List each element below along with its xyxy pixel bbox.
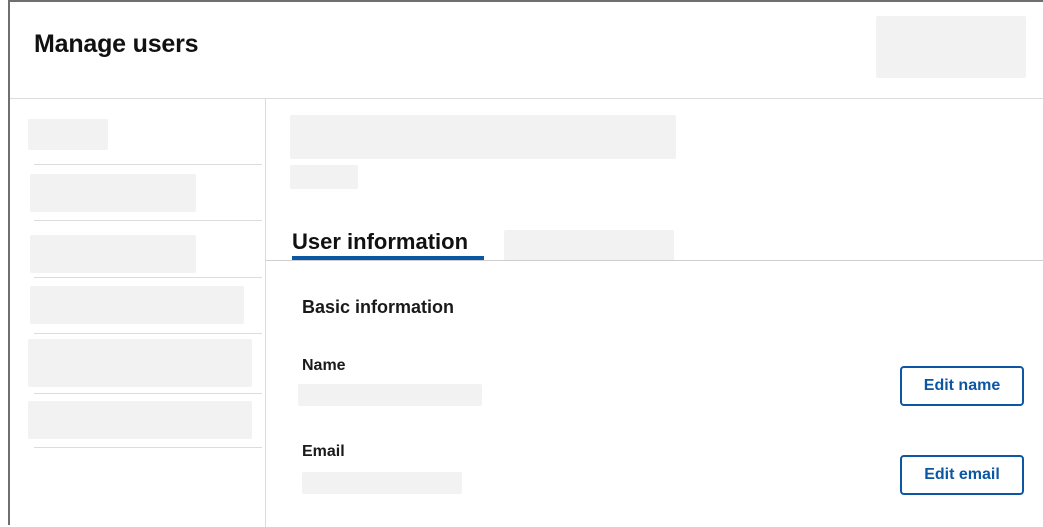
sidebar-item-3[interactable]: [30, 235, 196, 273]
sidebar-item-6[interactable]: [28, 401, 252, 439]
sidebar-divider: [34, 333, 262, 334]
tabs-divider: [266, 260, 1043, 261]
user-subheading-placeholder: [290, 165, 358, 189]
edit-email-button[interactable]: Edit email: [900, 455, 1024, 495]
header-action-placeholder[interactable]: [876, 16, 1026, 78]
email-value-placeholder: [302, 472, 462, 494]
app-window: Manage users User information Basic info…: [8, 0, 1043, 527]
sidebar-divider: [34, 164, 262, 165]
name-value-placeholder: [298, 384, 482, 406]
sidebar-divider: [34, 277, 262, 278]
email-label: Email: [302, 443, 345, 460]
sidebar-divider: [34, 447, 262, 448]
page-title: Manage users: [34, 30, 199, 58]
section-title-basic-information: Basic information: [302, 297, 455, 317]
sidebar: [10, 99, 266, 527]
name-label: Name: [302, 357, 346, 374]
edit-name-button[interactable]: Edit name: [900, 366, 1024, 406]
sidebar-divider: [34, 393, 262, 394]
sidebar-item-2[interactable]: [30, 174, 196, 212]
sidebar-item-5[interactable]: [28, 339, 252, 387]
sidebar-divider: [34, 220, 262, 221]
page-header: Manage users: [10, 2, 1043, 99]
main-content: User information Basic information Name …: [266, 99, 1043, 527]
sidebar-item-1[interactable]: [28, 119, 108, 150]
sidebar-item-4[interactable]: [30, 286, 244, 324]
tab-user-information[interactable]: User information: [292, 229, 468, 255]
tab-secondary-placeholder[interactable]: [504, 230, 674, 261]
user-heading-placeholder: [290, 115, 676, 159]
